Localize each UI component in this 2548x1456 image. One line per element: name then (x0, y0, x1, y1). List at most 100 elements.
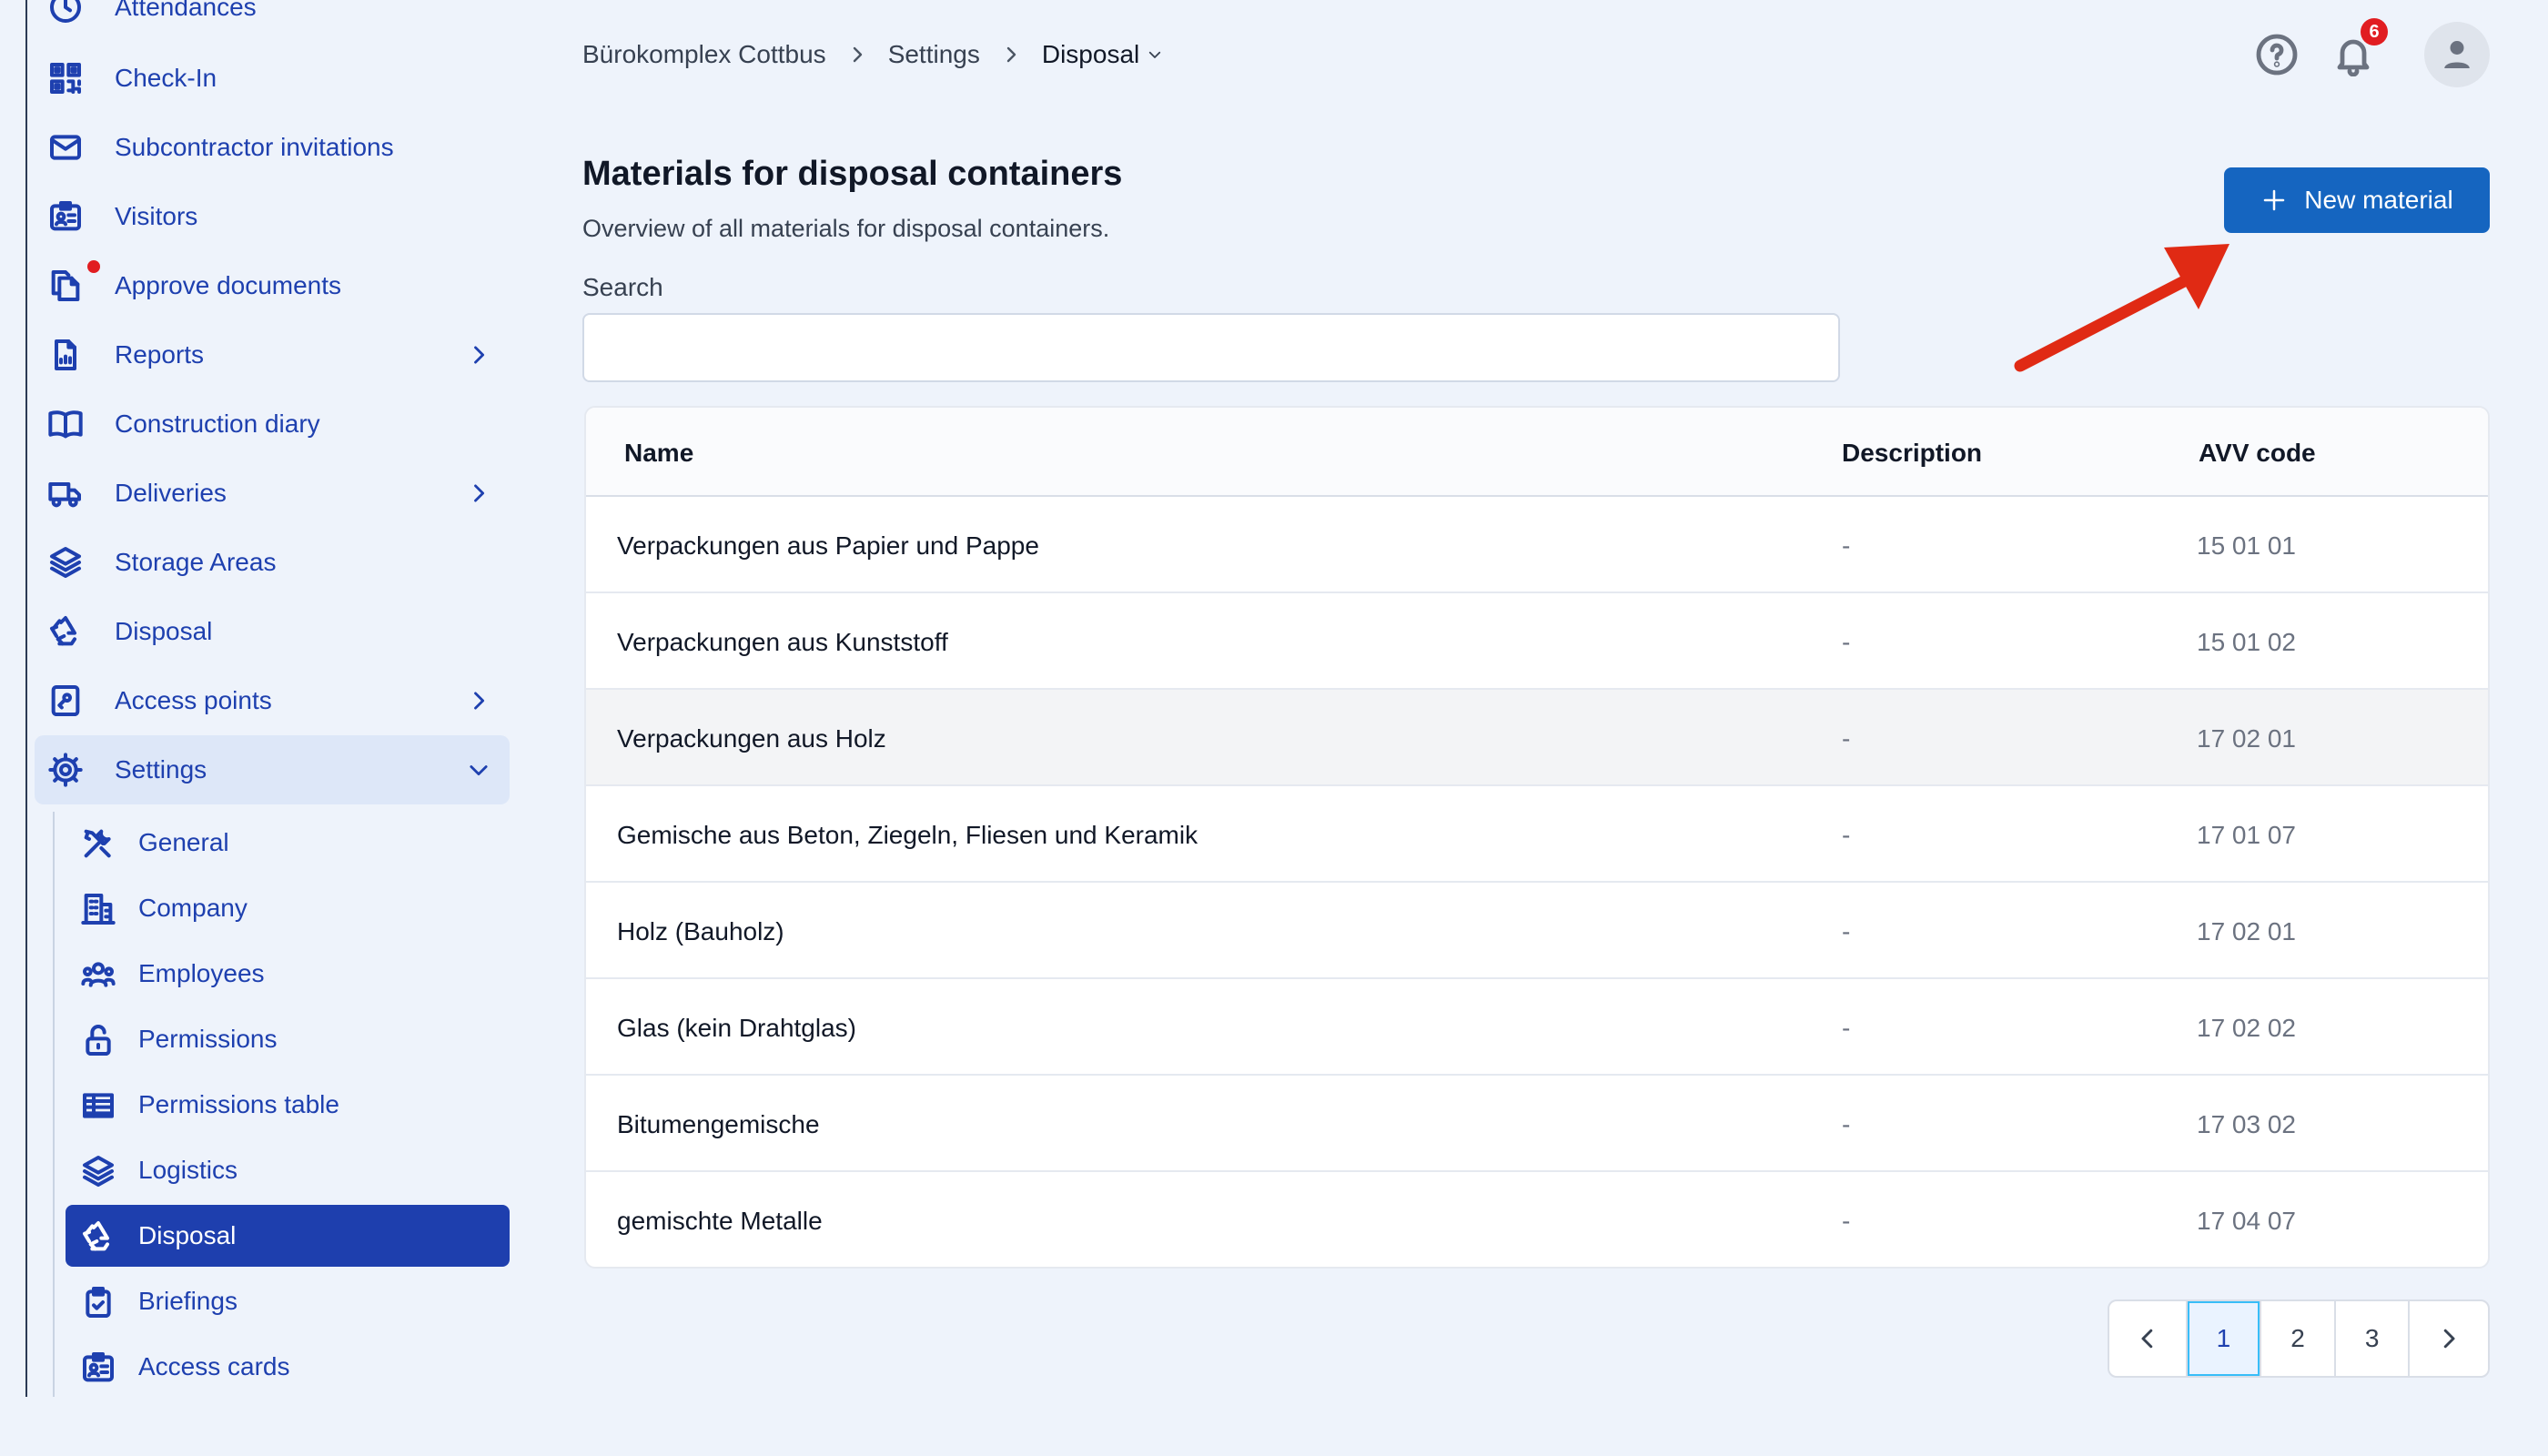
cell-avv-code: 17 02 02 (2197, 1014, 2296, 1042)
table-row[interactable]: Holz (Bauholz) - 17 02 01 (586, 883, 2488, 979)
plus-icon (2264, 189, 2285, 211)
sidebar-item-label: Access points (115, 686, 272, 714)
notification-dot (87, 260, 100, 273)
sidebar-item-storage-areas[interactable]: Storage Areas (35, 528, 510, 597)
sidebar: Attendances Check-In Subcontractor invit… (0, 0, 546, 1456)
chevron-right-icon (1006, 46, 1016, 63)
sidebar-item-visitors[interactable]: Visitors (35, 182, 510, 251)
chevron-right-icon (474, 346, 485, 364)
layers-icon (50, 547, 81, 578)
sidebar-item-disposal[interactable]: Disposal (35, 597, 510, 666)
id-card-icon (83, 1352, 114, 1382)
breadcrumb-project[interactable]: Bürokomplex Cottbus (582, 40, 826, 69)
building-icon (81, 894, 116, 925)
cell-name: Verpackungen aus Papier und Pappe (617, 531, 1039, 560)
cell-name: gemischte Metalle (617, 1207, 823, 1235)
settings-item-general[interactable]: General (66, 812, 510, 874)
sidebar-item-access-points[interactable]: Access points (35, 666, 510, 735)
settings-item-disposal[interactable]: Disposal (66, 1205, 510, 1267)
chevron-right-icon (474, 484, 485, 502)
sidebar-item-subcontractor-invitations[interactable]: Subcontractor invitations (35, 113, 510, 182)
cell-avv-code: 17 02 01 (2197, 724, 2296, 753)
settings-item-company[interactable]: Company (66, 877, 510, 939)
sidebar-item-approve-documents[interactable]: Approve documents (35, 251, 510, 320)
settings-item-briefings[interactable]: Briefings (66, 1270, 510, 1332)
previous-page-button[interactable] (2109, 1301, 2188, 1376)
breadcrumb: Bürokomplex Cottbus Settings Disposal (582, 36, 1163, 73)
cell-description: - (1842, 724, 1851, 753)
cell-avv-code: 17 02 01 (2197, 917, 2296, 945)
table-row[interactable]: gemischte Metalle - 17 04 07 (586, 1172, 2488, 1267)
settings-item-label: Briefings (138, 1287, 238, 1315)
page-title: Materials for disposal containers (582, 155, 1123, 193)
settings-item-access-cards[interactable]: Access cards (66, 1336, 510, 1398)
chevron-down-icon[interactable] (1147, 46, 1163, 63)
avatar[interactable] (2424, 22, 2490, 87)
sidebar-rail (25, 0, 27, 1397)
settings-item-label: General (138, 828, 229, 856)
chevron-right-icon (2443, 1329, 2455, 1349)
settings-item-label: Employees (138, 959, 265, 987)
chevron-right-icon (474, 692, 485, 710)
table-header: Name Description AVV code (586, 408, 2488, 497)
table-row[interactable]: Verpackungen aus Kunststoff - 15 01 02 (586, 593, 2488, 690)
lock-open-icon (86, 1025, 111, 1056)
notification-badge: 6 (2361, 18, 2388, 46)
breadcrumb-settings[interactable]: Settings (888, 40, 980, 69)
cell-description: - (1842, 1110, 1851, 1138)
search-input[interactable] (582, 313, 1840, 382)
cell-avv-code: 17 04 07 (2197, 1207, 2296, 1235)
clock-icon (50, 0, 81, 23)
report-icon (55, 339, 76, 370)
cell-description: - (1842, 821, 1851, 849)
sidebar-item-label: Subcontractor invitations (115, 133, 394, 161)
id-badge-icon (50, 201, 81, 231)
column-header-description[interactable]: Description (1842, 439, 1982, 468)
table-row[interactable]: Gemische aus Beton, Ziegeln, Fliesen und… (586, 786, 2488, 883)
book-icon (48, 410, 83, 439)
next-page-button[interactable] (2410, 1301, 2488, 1376)
user-icon (2444, 41, 2470, 68)
cell-name: Glas (kein Drahtglas) (617, 1014, 856, 1042)
sidebar-item-label: Reports (115, 340, 205, 369)
cell-name: Verpackungen aus Holz (617, 724, 886, 753)
table-row[interactable]: Bitumengemische - 17 03 02 (586, 1076, 2488, 1172)
sidebar-item-label: Approve documents (115, 271, 342, 299)
cell-avv-code: 15 01 02 (2197, 628, 2296, 656)
column-header-avv-code[interactable]: AVV code (2199, 439, 2316, 468)
annotation-arrow (2014, 244, 2230, 372)
sidebar-item-attendances[interactable]: Attendances (35, 0, 510, 42)
table-row[interactable]: Verpackungen aus Holz - 17 02 01 (586, 690, 2488, 786)
clipboard-check-icon (86, 1287, 111, 1318)
access-point-icon (51, 685, 80, 716)
breadcrumb-current[interactable]: Disposal (1042, 40, 1139, 69)
pagination: 1 2 3 (2108, 1299, 2490, 1378)
settings-item-label: Logistics (138, 1156, 238, 1184)
page-button[interactable]: 3 (2336, 1301, 2411, 1376)
sidebar-item-label: Visitors (115, 202, 198, 230)
settings-item-permissions-table[interactable]: Permissions table (66, 1074, 510, 1136)
page-button[interactable]: 1 (2187, 1301, 2262, 1376)
envelope-icon (50, 135, 81, 160)
submenu-rail (53, 812, 55, 1397)
column-header-name[interactable]: Name (624, 439, 693, 468)
settings-item-permissions[interactable]: Permissions (66, 1008, 510, 1070)
sidebar-item-construction-diary[interactable]: Construction diary (35, 389, 510, 459)
table-row[interactable]: Glas (kein Drahtglas) - 17 02 02 (586, 979, 2488, 1076)
help-icon[interactable] (2255, 33, 2299, 76)
sidebar-item-settings[interactable]: Settings (35, 735, 510, 804)
settings-item-employees[interactable]: Employees (66, 943, 510, 1005)
sidebar-item-reports[interactable]: Reports (35, 320, 510, 389)
page-button[interactable]: 2 (2261, 1301, 2336, 1376)
table-row[interactable]: Verpackungen aus Papier und Pappe - 15 0… (586, 497, 2488, 593)
settings-item-label: Company (138, 894, 248, 922)
truck-icon (48, 482, 81, 508)
sidebar-item-label: Storage Areas (115, 548, 277, 576)
new-material-button[interactable]: New material (2224, 167, 2490, 233)
sidebar-item-check-in[interactable]: Check-In (35, 44, 510, 113)
cell-name: Verpackungen aus Kunststoff (617, 628, 948, 656)
cell-avv-code: 15 01 01 (2197, 531, 2296, 560)
sidebar-item-deliveries[interactable]: Deliveries (35, 459, 510, 528)
settings-item-logistics[interactable]: Logistics (66, 1139, 510, 1201)
cell-name: Gemische aus Beton, Ziegeln, Fliesen und… (617, 821, 1198, 849)
